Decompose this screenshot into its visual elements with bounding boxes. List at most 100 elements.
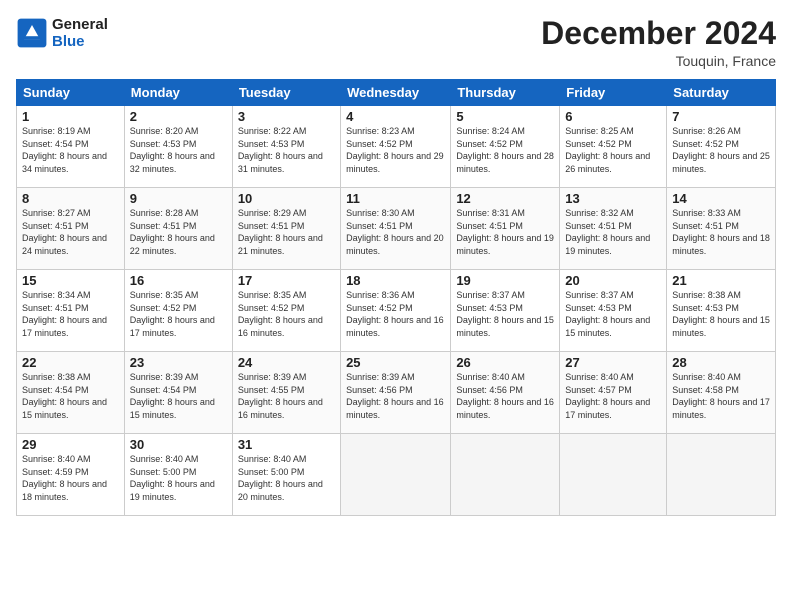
day-number: 24 — [238, 355, 335, 370]
day-info: Sunrise: 8:27 AMSunset: 4:51 PMDaylight:… — [22, 208, 107, 256]
day-info: Sunrise: 8:19 AMSunset: 4:54 PMDaylight:… — [22, 126, 107, 174]
day-info: Sunrise: 8:39 AMSunset: 4:55 PMDaylight:… — [238, 372, 323, 420]
day-number: 16 — [130, 273, 227, 288]
day-info: Sunrise: 8:40 AMSunset: 5:00 PMDaylight:… — [238, 454, 323, 502]
table-row: 16 Sunrise: 8:35 AMSunset: 4:52 PMDaylig… — [124, 270, 232, 352]
day-info: Sunrise: 8:33 AMSunset: 4:51 PMDaylight:… — [672, 208, 770, 256]
table-row: 24 Sunrise: 8:39 AMSunset: 4:55 PMDaylig… — [232, 352, 340, 434]
table-row: 25 Sunrise: 8:39 AMSunset: 4:56 PMDaylig… — [341, 352, 451, 434]
table-row — [341, 434, 451, 516]
day-info: Sunrise: 8:22 AMSunset: 4:53 PMDaylight:… — [238, 126, 323, 174]
day-number: 10 — [238, 191, 335, 206]
table-row: 28 Sunrise: 8:40 AMSunset: 4:58 PMDaylig… — [667, 352, 776, 434]
day-info: Sunrise: 8:40 AMSunset: 4:58 PMDaylight:… — [672, 372, 770, 420]
calendar: Sunday Monday Tuesday Wednesday Thursday… — [16, 79, 776, 516]
table-row: 26 Sunrise: 8:40 AMSunset: 4:56 PMDaylig… — [451, 352, 560, 434]
day-info: Sunrise: 8:28 AMSunset: 4:51 PMDaylight:… — [130, 208, 215, 256]
table-row — [560, 434, 667, 516]
day-number: 25 — [346, 355, 445, 370]
day-number: 20 — [565, 273, 661, 288]
col-monday: Monday — [124, 80, 232, 106]
table-row: 10 Sunrise: 8:29 AMSunset: 4:51 PMDaylig… — [232, 188, 340, 270]
day-info: Sunrise: 8:36 AMSunset: 4:52 PMDaylight:… — [346, 290, 444, 338]
day-info: Sunrise: 8:23 AMSunset: 4:52 PMDaylight:… — [346, 126, 444, 174]
logo: General Blue — [16, 16, 108, 50]
table-row: 12 Sunrise: 8:31 AMSunset: 4:51 PMDaylig… — [451, 188, 560, 270]
day-number: 26 — [456, 355, 554, 370]
header: General Blue December 2024 Touquin, Fran… — [16, 16, 776, 69]
day-number: 2 — [130, 109, 227, 124]
day-info: Sunrise: 8:32 AMSunset: 4:51 PMDaylight:… — [565, 208, 650, 256]
day-number: 21 — [672, 273, 770, 288]
day-number: 31 — [238, 437, 335, 452]
table-row: 13 Sunrise: 8:32 AMSunset: 4:51 PMDaylig… — [560, 188, 667, 270]
table-row: 17 Sunrise: 8:35 AMSunset: 4:52 PMDaylig… — [232, 270, 340, 352]
table-row: 18 Sunrise: 8:36 AMSunset: 4:52 PMDaylig… — [341, 270, 451, 352]
table-row: 8 Sunrise: 8:27 AMSunset: 4:51 PMDayligh… — [17, 188, 125, 270]
day-number: 14 — [672, 191, 770, 206]
day-info: Sunrise: 8:38 AMSunset: 4:54 PMDaylight:… — [22, 372, 107, 420]
calendar-week-row: 8 Sunrise: 8:27 AMSunset: 4:51 PMDayligh… — [17, 188, 776, 270]
day-info: Sunrise: 8:40 AMSunset: 4:57 PMDaylight:… — [565, 372, 650, 420]
table-row: 31 Sunrise: 8:40 AMSunset: 5:00 PMDaylig… — [232, 434, 340, 516]
day-number: 19 — [456, 273, 554, 288]
table-row: 14 Sunrise: 8:33 AMSunset: 4:51 PMDaylig… — [667, 188, 776, 270]
col-thursday: Thursday — [451, 80, 560, 106]
table-row: 11 Sunrise: 8:30 AMSunset: 4:51 PMDaylig… — [341, 188, 451, 270]
table-row: 9 Sunrise: 8:28 AMSunset: 4:51 PMDayligh… — [124, 188, 232, 270]
day-number: 12 — [456, 191, 554, 206]
calendar-week-row: 15 Sunrise: 8:34 AMSunset: 4:51 PMDaylig… — [17, 270, 776, 352]
col-friday: Friday — [560, 80, 667, 106]
day-number: 27 — [565, 355, 661, 370]
calendar-week-row: 29 Sunrise: 8:40 AMSunset: 4:59 PMDaylig… — [17, 434, 776, 516]
day-info: Sunrise: 8:38 AMSunset: 4:53 PMDaylight:… — [672, 290, 770, 338]
table-row: 6 Sunrise: 8:25 AMSunset: 4:52 PMDayligh… — [560, 106, 667, 188]
col-tuesday: Tuesday — [232, 80, 340, 106]
table-row: 1 Sunrise: 8:19 AMSunset: 4:54 PMDayligh… — [17, 106, 125, 188]
day-number: 1 — [22, 109, 119, 124]
table-row: 2 Sunrise: 8:20 AMSunset: 4:53 PMDayligh… — [124, 106, 232, 188]
table-row: 21 Sunrise: 8:38 AMSunset: 4:53 PMDaylig… — [667, 270, 776, 352]
day-number: 17 — [238, 273, 335, 288]
day-number: 22 — [22, 355, 119, 370]
day-number: 30 — [130, 437, 227, 452]
day-info: Sunrise: 8:20 AMSunset: 4:53 PMDaylight:… — [130, 126, 215, 174]
logo-text: General Blue — [52, 16, 108, 50]
month-title: December 2024 — [541, 16, 776, 51]
calendar-header-row: Sunday Monday Tuesday Wednesday Thursday… — [17, 80, 776, 106]
day-info: Sunrise: 8:39 AMSunset: 4:56 PMDaylight:… — [346, 372, 444, 420]
day-number: 18 — [346, 273, 445, 288]
col-sunday: Sunday — [17, 80, 125, 106]
table-row: 5 Sunrise: 8:24 AMSunset: 4:52 PMDayligh… — [451, 106, 560, 188]
day-number: 3 — [238, 109, 335, 124]
day-number: 9 — [130, 191, 227, 206]
table-row: 30 Sunrise: 8:40 AMSunset: 5:00 PMDaylig… — [124, 434, 232, 516]
calendar-week-row: 22 Sunrise: 8:38 AMSunset: 4:54 PMDaylig… — [17, 352, 776, 434]
day-info: Sunrise: 8:24 AMSunset: 4:52 PMDaylight:… — [456, 126, 554, 174]
table-row — [451, 434, 560, 516]
table-row: 19 Sunrise: 8:37 AMSunset: 4:53 PMDaylig… — [451, 270, 560, 352]
day-number: 28 — [672, 355, 770, 370]
day-info: Sunrise: 8:31 AMSunset: 4:51 PMDaylight:… — [456, 208, 554, 256]
day-number: 5 — [456, 109, 554, 124]
day-info: Sunrise: 8:39 AMSunset: 4:54 PMDaylight:… — [130, 372, 215, 420]
day-info: Sunrise: 8:40 AMSunset: 4:56 PMDaylight:… — [456, 372, 554, 420]
day-info: Sunrise: 8:40 AMSunset: 5:00 PMDaylight:… — [130, 454, 215, 502]
logo-icon — [16, 17, 48, 49]
table-row: 20 Sunrise: 8:37 AMSunset: 4:53 PMDaylig… — [560, 270, 667, 352]
table-row: 15 Sunrise: 8:34 AMSunset: 4:51 PMDaylig… — [17, 270, 125, 352]
day-info: Sunrise: 8:25 AMSunset: 4:52 PMDaylight:… — [565, 126, 650, 174]
day-number: 23 — [130, 355, 227, 370]
table-row — [667, 434, 776, 516]
day-number: 6 — [565, 109, 661, 124]
table-row: 23 Sunrise: 8:39 AMSunset: 4:54 PMDaylig… — [124, 352, 232, 434]
day-info: Sunrise: 8:37 AMSunset: 4:53 PMDaylight:… — [456, 290, 554, 338]
table-row: 4 Sunrise: 8:23 AMSunset: 4:52 PMDayligh… — [341, 106, 451, 188]
table-row: 22 Sunrise: 8:38 AMSunset: 4:54 PMDaylig… — [17, 352, 125, 434]
day-number: 11 — [346, 191, 445, 206]
day-number: 15 — [22, 273, 119, 288]
title-section: December 2024 Touquin, France — [541, 16, 776, 69]
col-wednesday: Wednesday — [341, 80, 451, 106]
day-number: 7 — [672, 109, 770, 124]
day-info: Sunrise: 8:29 AMSunset: 4:51 PMDaylight:… — [238, 208, 323, 256]
